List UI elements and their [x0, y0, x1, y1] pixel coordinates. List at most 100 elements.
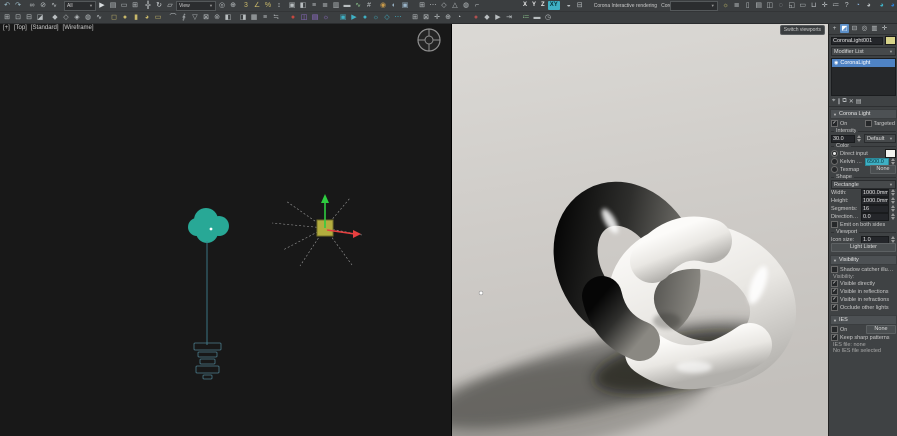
height-field[interactable]: 1000.0mm — [861, 196, 889, 205]
create-cylinder-icon[interactable]: ▮ — [131, 13, 141, 23]
toggle-ribbon-icon[interactable]: ▬ — [342, 1, 352, 11]
viewport-shading-label[interactable]: [Wireframe] — [63, 25, 94, 31]
scene-explorer-icon[interactable]: ▥ — [331, 1, 341, 11]
measure-distance-icon[interactable]: ⌐ — [472, 1, 482, 11]
spinner-arrows[interactable] — [857, 135, 862, 142]
render-setup-icon[interactable]: ◐ — [389, 1, 399, 11]
default-units-dropdown[interactable]: Default ▼ — [864, 134, 896, 143]
soft-selection-icon[interactable]: ◍ — [83, 13, 93, 23]
object-name-field[interactable]: CoronaLight001 — [831, 36, 883, 45]
corona-toolbar-vfb-icon[interactable]: ▣ — [338, 13, 348, 23]
modifier-bend-icon[interactable]: ⌒ — [168, 13, 178, 23]
modifier-stack[interactable]: ◉ CoronaLight — [831, 58, 896, 96]
snap-to-vertex-icon[interactable]: ⊡ — [13, 13, 23, 23]
axis-constraint-x-button[interactable]: X — [521, 1, 529, 10]
intensity-field[interactable]: 30.0 — [831, 134, 855, 143]
state-set-record-icon[interactable]: ● — [288, 13, 298, 23]
spacing-tool-icon[interactable]: ⋯ — [428, 1, 438, 11]
corona-toolbar-scatter-icon[interactable]: ⋯ — [393, 13, 403, 23]
none-button[interactable]: None — [866, 325, 896, 334]
play-animation-icon[interactable]: ▶ — [493, 13, 503, 23]
direct-input-radio[interactable] — [831, 150, 838, 157]
viewport-menu-plus[interactable]: [+] — [3, 25, 10, 31]
maxscript-listener-icon[interactable]: ≔ — [831, 1, 841, 11]
set-key-icon[interactable]: ◆ — [482, 13, 492, 23]
show-end-result-icon[interactable]: ∥ — [837, 98, 840, 105]
material-editor-icon[interactable]: ◉ — [378, 1, 388, 11]
zoom-extents-icon[interactable]: ⊕ — [443, 13, 453, 23]
modifier-shell-icon[interactable]: ⊚ — [212, 13, 222, 23]
spinner-snap-toggle-icon[interactable]: ↕ — [274, 1, 284, 11]
on-checkbox[interactable] — [831, 326, 838, 333]
mini-listener-icon[interactable]: ≔ — [521, 13, 531, 23]
render-in-cloud-teapot-icon[interactable]: ◕ — [888, 1, 897, 11]
modifier-list-dropdown[interactable]: Modifier List ▼ — [831, 47, 896, 56]
state-set-camera-icon[interactable]: ◫ — [299, 13, 309, 23]
plane-constraint-xy-button[interactable]: XY — [547, 1, 560, 10]
tab-motion[interactable]: ◎ — [860, 24, 869, 33]
viewport-view-label[interactable]: [Top] — [14, 25, 27, 31]
configure-modifier-sets-icon[interactable]: ▤ — [856, 98, 862, 105]
spin-up-icon[interactable] — [891, 213, 895, 216]
segments-field[interactable]: 16 — [861, 204, 889, 213]
use-pivot-point-center-icon[interactable]: ◎ — [217, 1, 227, 11]
undo-icon[interactable]: ↶ — [2, 1, 12, 11]
axis-constraint-z-button[interactable]: Z — [539, 1, 547, 10]
corona-toolbar-material-icon[interactable]: ● — [360, 13, 370, 23]
on-checkbox[interactable]: ✓ — [831, 120, 838, 127]
auto-key-icon[interactable]: ● — [471, 13, 481, 23]
time-config-icon[interactable]: ◷ — [543, 13, 553, 23]
remove-modifier-icon[interactable]: ✕ — [849, 98, 854, 105]
tab-create[interactable]: + — [830, 24, 839, 33]
unlink-selection-icon[interactable]: ⊘ — [38, 1, 48, 11]
polygon-modeling-icon[interactable]: ◆ — [50, 13, 60, 23]
place-highlight-icon[interactable]: ◌ — [776, 1, 786, 11]
spinner-arrows[interactable] — [891, 189, 896, 196]
tab-modify[interactable]: ◩ — [840, 24, 849, 33]
modifier-ffd-icon[interactable]: ⊠ — [201, 13, 211, 23]
stack-item-coronalight[interactable]: ◉ CoronaLight — [832, 59, 895, 67]
create-sphere-icon[interactable]: ● — [120, 13, 130, 23]
targeted-checkbox[interactable] — [864, 120, 872, 127]
percent-snap-toggle-icon[interactable]: % — [263, 1, 273, 11]
grab-viewport-icon[interactable]: ◱ — [787, 1, 797, 11]
align-icon[interactable]: ≡ — [309, 1, 319, 11]
occlude-other-lights-checkbox[interactable]: ✓ — [831, 304, 838, 311]
switch-viewports-button[interactable]: Switch viewports — [779, 25, 825, 35]
wire-color-swatch[interactable] — [885, 36, 896, 45]
snap-to-face-icon[interactable]: ◪ — [35, 13, 45, 23]
go-to-end-icon[interactable]: ⇥ — [504, 13, 514, 23]
snapshot-tool-icon[interactable]: ◇ — [439, 1, 449, 11]
render-viewport[interactable]: Switch viewports — [452, 23, 828, 436]
create-teapot-icon[interactable]: ◕ — [142, 13, 152, 23]
spin-down-icon[interactable] — [891, 193, 895, 196]
ring-select-icon[interactable]: ◈ — [72, 13, 82, 23]
corona-toolbar-light-icon[interactable]: ☼ — [371, 13, 381, 23]
keep-sharp-patterns-checkbox[interactable]: ✓ — [831, 334, 838, 341]
visible-directly-checkbox[interactable]: ✓ — [831, 280, 838, 287]
named-selection-sets-dropdown[interactable]: ▼ — [669, 0, 718, 11]
align-2-icon[interactable]: ≡ — [260, 13, 270, 23]
spin-down-icon[interactable] — [857, 139, 861, 142]
mirror-icon[interactable]: ◧ — [298, 1, 308, 11]
render-canvas[interactable] — [452, 23, 828, 436]
snaps-toggle-3d-icon[interactable]: 3 — [241, 1, 251, 11]
directionality-field[interactable]: 0.0 — [861, 212, 889, 221]
align-camera-icon[interactable]: ◫ — [765, 1, 775, 11]
modifier-taper-icon[interactable]: ▽ — [190, 13, 200, 23]
make-unique-icon[interactable]: ⧉ — [842, 98, 846, 105]
viewport-maximize-icon[interactable]: ⊠ — [421, 13, 431, 23]
edit-named-selection-sets-icon[interactable]: ▣ — [287, 1, 297, 11]
light-lister-tool-icon[interactable]: ☼ — [721, 1, 731, 11]
spin-up-icon[interactable] — [891, 189, 895, 192]
customize-ui-icon[interactable]: ✛ — [820, 1, 830, 11]
create-standard-primitive-icon[interactable]: ◻ — [109, 13, 119, 23]
spinner-arrows[interactable] — [891, 158, 896, 165]
schematic-view-icon[interactable]: # — [364, 1, 374, 11]
spin-up-icon[interactable] — [891, 158, 895, 161]
array-tool-icon[interactable]: ⊞ — [417, 1, 427, 11]
select-and-scale-icon[interactable]: ▱ — [165, 1, 175, 11]
select-and-rotate-icon[interactable]: ↻ — [154, 1, 164, 11]
texmap-radio[interactable] — [831, 166, 838, 173]
window-crossing-icon[interactable]: ⊞ — [130, 1, 140, 11]
